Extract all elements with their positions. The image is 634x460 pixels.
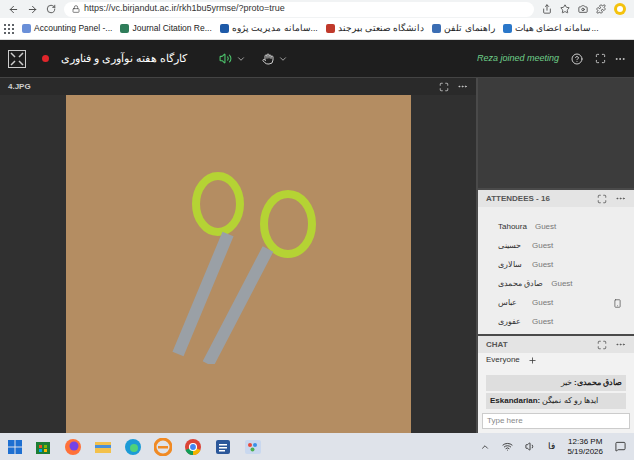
help-icon[interactable] (571, 53, 583, 65)
bookmark[interactable]: سامانه اعضای هیات... (503, 22, 599, 35)
share-pod: 4.JPG (0, 78, 476, 433)
bookmark-favicon-icon (220, 24, 229, 33)
taskbar: فا 12:36 PM5/19/2026 (0, 433, 634, 460)
speaker-icon[interactable] (219, 52, 232, 65)
pod-title: ATTENDEES - 16 (486, 195, 550, 203)
recording-dot-icon (42, 55, 49, 62)
clock[interactable]: 12:36 PM5/19/2026 (567, 437, 603, 455)
chat-pod: CHAT Everyone صادق محمدی: خیر Eskandarian: … (478, 336, 634, 433)
bookmark[interactable]: راهنمای تلفن (432, 22, 494, 35)
lock-icon (72, 5, 80, 13)
store-icon[interactable] (34, 438, 52, 456)
pod-title: CHAT (486, 341, 508, 349)
star-icon[interactable] (560, 4, 570, 14)
refresh-icon[interactable] (46, 4, 56, 14)
bookmark[interactable]: دانشگاه صنعتی بیرجند (326, 22, 425, 35)
dropdown-icon[interactable] (278, 54, 288, 64)
app-logo-icon[interactable] (8, 50, 26, 68)
more-icon[interactable] (615, 339, 626, 350)
maximize-icon[interactable] (597, 194, 607, 204)
shared-photo (66, 95, 411, 433)
bookmarks-bar: Accounting Panel -... Journal Citation Re… (0, 18, 634, 40)
raise-hand-icon[interactable] (262, 53, 274, 65)
input-language[interactable]: فا (548, 440, 555, 454)
extensions-icon[interactable] (596, 4, 606, 14)
attendee-row[interactable]: عفوریGuest (498, 314, 622, 330)
attendee-row[interactable]: TahouraGuest (498, 219, 622, 235)
url-text[interactable]: https://vc.birjandut.ac.ir/rkh1bu5yrmse/… (84, 2, 285, 16)
edge-icon[interactable] (124, 438, 142, 456)
browser-toolbar: https://vc.birjandut.ac.ir/rkh1bu5yrmse/… (0, 0, 634, 18)
attendee-row[interactable]: عباسGuest (498, 295, 622, 311)
meeting-title: کارگاه هفته نوآوری و فناوری (61, 50, 187, 67)
tray-expand-icon[interactable] (480, 442, 490, 452)
meeting-bar: کارگاه هفته نوآوری و فناوری Reza joined m… (0, 40, 634, 78)
pod-header: CHAT (478, 336, 634, 353)
chat-messages: صادق محمدی: خیر Eskandarian: ایدها رو که … (478, 367, 634, 409)
screen: https://vc.birjandut.ac.ir/rkh1bu5yrmse/… (0, 0, 634, 460)
add-icon[interactable] (528, 356, 537, 365)
attendee-row[interactable]: صادق محمدیGuest (498, 276, 622, 292)
more-icon[interactable] (614, 53, 626, 65)
bookmark[interactable]: Journal Citation Re... (120, 22, 211, 35)
more-icon[interactable] (457, 81, 468, 92)
apps-icon[interactable] (4, 24, 14, 34)
paint-icon[interactable] (244, 438, 262, 456)
pod-header: ATTENDEES - 16 (478, 190, 634, 207)
attendee-row[interactable]: حسینیGuest (498, 238, 622, 254)
maximize-icon[interactable] (597, 340, 607, 350)
bookmark[interactable]: سامانه مدیریت پژوه... (220, 22, 318, 35)
bookmark-favicon-icon (22, 24, 31, 33)
chat-message: Eskandarian: ایدها رو که نمیگن (486, 393, 626, 409)
pod-title: 4.JPG (8, 83, 31, 91)
bookmark-favicon-icon (120, 24, 129, 33)
camera-icon[interactable] (578, 4, 588, 14)
chrome-icon[interactable] (184, 438, 202, 456)
empty-pod (478, 78, 634, 188)
file-explorer-icon[interactable] (94, 438, 112, 456)
notifications-icon[interactable] (615, 441, 626, 452)
share-icon[interactable] (542, 4, 552, 14)
profile-icon[interactable] (614, 3, 626, 15)
scissors-photo-icon (138, 164, 338, 364)
bookmark-favicon-icon (326, 24, 335, 33)
browser-e-icon[interactable] (154, 438, 172, 456)
forward-icon[interactable] (27, 4, 38, 15)
dropdown-icon[interactable] (236, 54, 246, 64)
maximize-icon[interactable] (439, 82, 449, 92)
bookmark-favicon-icon (432, 24, 441, 33)
attendees-pod: ATTENDEES - 16 TahouraGuest حسینیGuest سالا… (478, 190, 634, 334)
chat-message: صادق محمدی: خیر (486, 375, 626, 391)
layout-icon[interactable] (595, 53, 606, 64)
pod-header: 4.JPG (0, 78, 476, 95)
address-bar[interactable]: https://vc.birjandut.ac.ir/rkh1bu5yrmse/… (64, 2, 534, 17)
back-icon[interactable] (8, 4, 19, 15)
firefox-icon[interactable] (64, 438, 82, 456)
attendee-row[interactable]: سالاریGuest (498, 257, 622, 273)
phone-icon (613, 299, 622, 308)
volume-icon[interactable] (525, 441, 536, 452)
bookmark-favicon-icon (503, 24, 512, 33)
join-notice: Reza joined meeting (477, 52, 559, 66)
meeting-room: 4.JPG ATTENDEES - 16 TahouraGuest حسینیGues… (0, 78, 634, 433)
word-icon[interactable] (214, 438, 232, 456)
more-icon[interactable] (615, 193, 626, 204)
windows-start-icon[interactable] (8, 440, 22, 454)
side-column: ATTENDEES - 16 TahouraGuest حسینیGuest سالا… (478, 78, 634, 433)
chat-input[interactable]: Type here (482, 413, 630, 429)
network-icon[interactable] (502, 441, 513, 452)
bookmark[interactable]: Accounting Panel -... (22, 22, 112, 35)
chat-recipient[interactable]: Everyone (478, 353, 634, 367)
